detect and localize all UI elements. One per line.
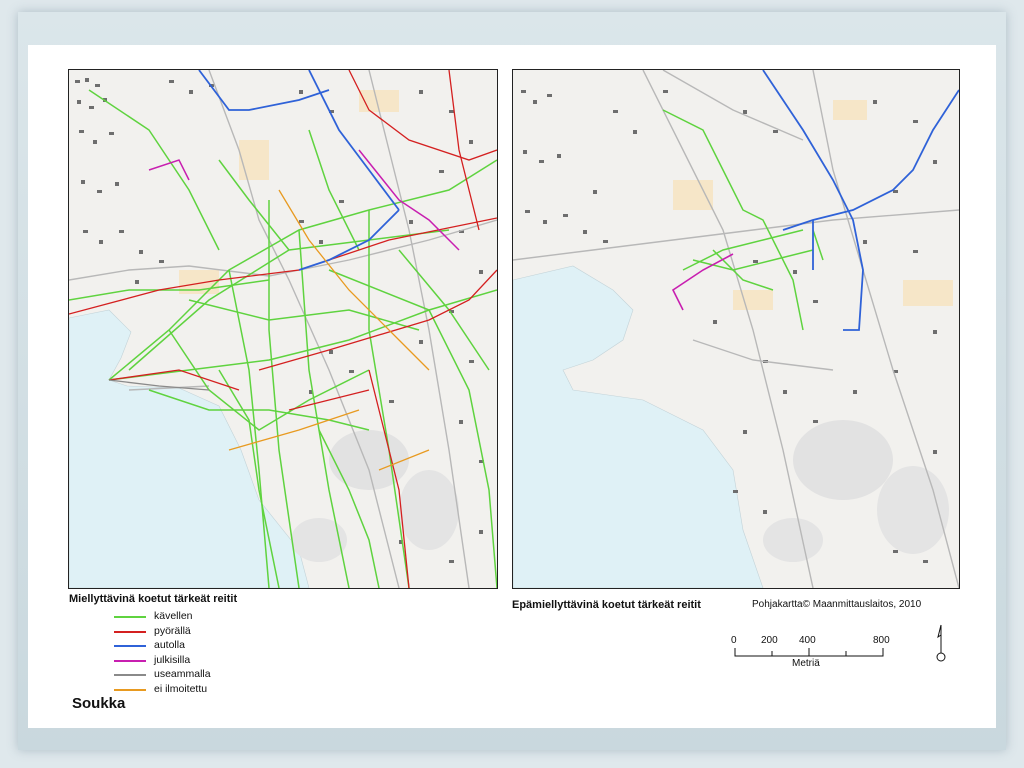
map-pleasant-routes	[68, 69, 498, 589]
scale-tick-label: 200	[761, 635, 778, 646]
legend-label: ei ilmoitettu	[154, 682, 208, 695]
legend-label: useammalla	[154, 668, 211, 681]
map-title-pleasant: Miellyttävinä koetut tärkeät reitit	[69, 593, 238, 605]
legend-item: pyörällä	[114, 624, 314, 639]
field-area	[833, 100, 867, 120]
rock-area	[763, 518, 823, 562]
legend-swatch	[114, 645, 146, 648]
legend-item: julkisilla	[114, 653, 314, 668]
scale-tick-label: 0	[731, 635, 737, 646]
legend-label: pyörällä	[154, 624, 191, 637]
sea-area	[69, 309, 310, 588]
field-area	[239, 140, 269, 180]
scale-tick-label: 800	[873, 635, 890, 646]
place-name: Soukka	[72, 695, 126, 712]
legend-swatch	[114, 616, 146, 618]
legend-swatch	[114, 630, 146, 633]
legend-item: useammalla	[114, 667, 314, 682]
sea-area	[513, 265, 764, 588]
legend-item: kävellen	[114, 609, 314, 624]
scale-unit: Metriä	[792, 658, 820, 669]
routes-unspecified	[228, 189, 430, 471]
map-title-unpleasant: Epämiellyttävinä koetut tärkeät reitit	[512, 599, 701, 611]
scale-tick-label: 400	[799, 635, 816, 646]
map-unpleasant-routes-canvas	[513, 70, 959, 588]
field-area	[733, 290, 773, 310]
field-area	[673, 180, 713, 210]
field-area	[903, 280, 953, 306]
map-pleasant-routes-canvas	[69, 70, 497, 588]
north-arrow-icon	[936, 624, 946, 662]
legend-label: julkisilla	[154, 653, 191, 666]
legend-swatch	[114, 688, 146, 691]
slide: Miellyttävinä koetut tärkeät reitit Epäm…	[28, 45, 996, 728]
legend-item: autolla	[114, 638, 314, 653]
legend-label: kävellen	[154, 610, 193, 622]
legend-swatch	[114, 674, 146, 677]
legend-label: autolla	[154, 639, 185, 652]
map-unpleasant-routes	[512, 69, 960, 589]
rock-area	[793, 420, 893, 500]
legend: kävellen pyörällä autolla julkisilla use…	[114, 609, 314, 697]
legend-swatch	[114, 659, 146, 662]
legend-item: ei ilmoitettu	[114, 682, 314, 697]
basemap-credit: Pohjakartta© Maanmittauslaitos, 2010	[752, 599, 922, 610]
rock-area	[399, 470, 459, 550]
